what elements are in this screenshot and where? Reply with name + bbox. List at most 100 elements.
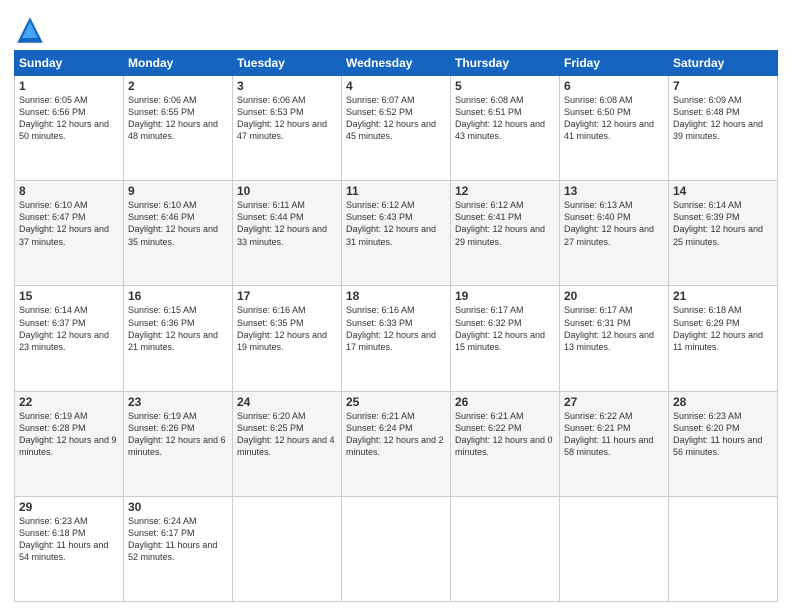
day-number: 15 <box>19 289 119 303</box>
calendar-cell: 8Sunrise: 6:10 AMSunset: 6:47 PMDaylight… <box>15 181 124 286</box>
day-info: Sunrise: 6:21 AMSunset: 6:24 PMDaylight:… <box>346 411 444 457</box>
calendar-cell: 27 Sunrise: 6:22 AMSunset: 6:21 PMDayligh… <box>560 391 669 496</box>
calendar-cell: 18 Sunrise: 6:16 AMSunset: 6:33 PMDayligh… <box>342 286 451 391</box>
calendar-cell: 6 Sunrise: 6:08 AMSunset: 6:50 PMDaylight… <box>560 76 669 181</box>
calendar-cell: 16 Sunrise: 6:15 AMSunset: 6:36 PMDayligh… <box>124 286 233 391</box>
day-info: Sunrise: 6:22 AMSunset: 6:21 PMDaylight:… <box>564 411 653 457</box>
day-info: Sunrise: 6:23 AMSunset: 6:18 PMDaylight:… <box>19 516 108 562</box>
day-info: Sunrise: 6:24 AMSunset: 6:17 PMDaylight:… <box>128 516 217 562</box>
calendar-header-saturday: Saturday <box>669 51 778 76</box>
day-number: 27 <box>564 395 664 409</box>
day-number: 5 <box>455 79 555 93</box>
calendar-week-2: 8Sunrise: 6:10 AMSunset: 6:47 PMDaylight… <box>15 181 778 286</box>
day-number: 28 <box>673 395 773 409</box>
calendar-table: SundayMondayTuesdayWednesdayThursdayFrid… <box>14 50 778 602</box>
calendar-header-friday: Friday <box>560 51 669 76</box>
calendar-cell: 12 Sunrise: 6:12 AMSunset: 6:41 PMDayligh… <box>451 181 560 286</box>
calendar-cell <box>342 496 451 601</box>
calendar-page: SundayMondayTuesdayWednesdayThursdayFrid… <box>0 0 792 612</box>
day-info: Sunrise: 6:10 AMSunset: 6:46 PMDaylight:… <box>128 200 218 246</box>
calendar-cell: 3 Sunrise: 6:06 AMSunset: 6:53 PMDaylight… <box>233 76 342 181</box>
logo-icon <box>14 14 46 46</box>
day-number: 2 <box>128 79 228 93</box>
calendar-cell <box>451 496 560 601</box>
calendar-cell: 19 Sunrise: 6:17 AMSunset: 6:32 PMDayligh… <box>451 286 560 391</box>
day-info: Sunrise: 6:20 AMSunset: 6:25 PMDaylight:… <box>237 411 335 457</box>
day-info: Sunrise: 6:08 AMSunset: 6:50 PMDaylight:… <box>564 95 654 141</box>
day-info: Sunrise: 6:08 AMSunset: 6:51 PMDaylight:… <box>455 95 545 141</box>
day-info: Sunrise: 6:14 AMSunset: 6:39 PMDaylight:… <box>673 200 763 246</box>
calendar-cell: 11 Sunrise: 6:12 AMSunset: 6:43 PMDayligh… <box>342 181 451 286</box>
calendar-cell: 13 Sunrise: 6:13 AMSunset: 6:40 PMDayligh… <box>560 181 669 286</box>
calendar-cell: 20Sunrise: 6:17 AMSunset: 6:31 PMDayligh… <box>560 286 669 391</box>
calendar-cell: 28 Sunrise: 6:23 AMSunset: 6:20 PMDayligh… <box>669 391 778 496</box>
day-number: 9 <box>128 184 228 198</box>
calendar-week-5: 29 Sunrise: 6:23 AMSunset: 6:18 PMDayligh… <box>15 496 778 601</box>
day-info: Sunrise: 6:21 AMSunset: 6:22 PMDaylight:… <box>455 411 553 457</box>
day-number: 6 <box>564 79 664 93</box>
day-info: Sunrise: 6:19 AMSunset: 6:26 PMDaylight:… <box>128 411 226 457</box>
calendar-cell <box>233 496 342 601</box>
day-info: Sunrise: 6:13 AMSunset: 6:40 PMDaylight:… <box>564 200 654 246</box>
calendar-cell: 29 Sunrise: 6:23 AMSunset: 6:18 PMDayligh… <box>15 496 124 601</box>
calendar-cell: 10Sunrise: 6:11 AMSunset: 6:44 PMDayligh… <box>233 181 342 286</box>
day-info: Sunrise: 6:16 AMSunset: 6:35 PMDaylight:… <box>237 305 327 351</box>
day-number: 22 <box>19 395 119 409</box>
calendar-cell: 25 Sunrise: 6:21 AMSunset: 6:24 PMDayligh… <box>342 391 451 496</box>
calendar-cell: 23 Sunrise: 6:19 AMSunset: 6:26 PMDayligh… <box>124 391 233 496</box>
calendar-cell: 17 Sunrise: 6:16 AMSunset: 6:35 PMDayligh… <box>233 286 342 391</box>
day-number: 16 <box>128 289 228 303</box>
calendar-week-1: 1 Sunrise: 6:05 AMSunset: 6:56 PMDaylight… <box>15 76 778 181</box>
day-number: 29 <box>19 500 119 514</box>
calendar-header-row: SundayMondayTuesdayWednesdayThursdayFrid… <box>15 51 778 76</box>
day-info: Sunrise: 6:15 AMSunset: 6:36 PMDaylight:… <box>128 305 218 351</box>
day-number: 11 <box>346 184 446 198</box>
calendar-cell: 14 Sunrise: 6:14 AMSunset: 6:39 PMDayligh… <box>669 181 778 286</box>
day-info: Sunrise: 6:12 AMSunset: 6:41 PMDaylight:… <box>455 200 545 246</box>
day-number: 1 <box>19 79 119 93</box>
day-number: 12 <box>455 184 555 198</box>
calendar-cell: 1 Sunrise: 6:05 AMSunset: 6:56 PMDaylight… <box>15 76 124 181</box>
calendar-header-sunday: Sunday <box>15 51 124 76</box>
calendar-cell: 4Sunrise: 6:07 AMSunset: 6:52 PMDaylight… <box>342 76 451 181</box>
day-number: 3 <box>237 79 337 93</box>
calendar-cell: 5 Sunrise: 6:08 AMSunset: 6:51 PMDaylight… <box>451 76 560 181</box>
day-info: Sunrise: 6:19 AMSunset: 6:28 PMDaylight:… <box>19 411 117 457</box>
logo <box>14 14 50 46</box>
calendar-cell: 9 Sunrise: 6:10 AMSunset: 6:46 PMDaylight… <box>124 181 233 286</box>
day-number: 17 <box>237 289 337 303</box>
day-info: Sunrise: 6:05 AMSunset: 6:56 PMDaylight:… <box>19 95 109 141</box>
day-number: 21 <box>673 289 773 303</box>
header <box>14 10 778 46</box>
calendar-cell: 2 Sunrise: 6:06 AMSunset: 6:55 PMDaylight… <box>124 76 233 181</box>
day-number: 4 <box>346 79 446 93</box>
day-number: 18 <box>346 289 446 303</box>
day-number: 23 <box>128 395 228 409</box>
day-info: Sunrise: 6:12 AMSunset: 6:43 PMDaylight:… <box>346 200 436 246</box>
day-info: Sunrise: 6:16 AMSunset: 6:33 PMDaylight:… <box>346 305 436 351</box>
calendar-cell <box>560 496 669 601</box>
calendar-header-tuesday: Tuesday <box>233 51 342 76</box>
day-number: 13 <box>564 184 664 198</box>
calendar-cell: 15 Sunrise: 6:14 AMSunset: 6:37 PMDayligh… <box>15 286 124 391</box>
calendar-cell: 30 Sunrise: 6:24 AMSunset: 6:17 PMDayligh… <box>124 496 233 601</box>
calendar-header-monday: Monday <box>124 51 233 76</box>
day-info: Sunrise: 6:11 AMSunset: 6:44 PMDaylight:… <box>237 200 327 246</box>
day-info: Sunrise: 6:06 AMSunset: 6:53 PMDaylight:… <box>237 95 327 141</box>
calendar-cell: 21Sunrise: 6:18 AMSunset: 6:29 PMDayligh… <box>669 286 778 391</box>
calendar-week-4: 22 Sunrise: 6:19 AMSunset: 6:28 PMDayligh… <box>15 391 778 496</box>
day-number: 19 <box>455 289 555 303</box>
calendar-cell: 7Sunrise: 6:09 AMSunset: 6:48 PMDaylight… <box>669 76 778 181</box>
day-number: 30 <box>128 500 228 514</box>
day-info: Sunrise: 6:17 AMSunset: 6:32 PMDaylight:… <box>455 305 545 351</box>
day-info: Sunrise: 6:06 AMSunset: 6:55 PMDaylight:… <box>128 95 218 141</box>
day-info: Sunrise: 6:23 AMSunset: 6:20 PMDaylight:… <box>673 411 762 457</box>
day-number: 14 <box>673 184 773 198</box>
day-number: 26 <box>455 395 555 409</box>
calendar-cell <box>669 496 778 601</box>
calendar-header-thursday: Thursday <box>451 51 560 76</box>
day-info: Sunrise: 6:14 AMSunset: 6:37 PMDaylight:… <box>19 305 109 351</box>
calendar-cell: 22 Sunrise: 6:19 AMSunset: 6:28 PMDayligh… <box>15 391 124 496</box>
calendar-cell: 24Sunrise: 6:20 AMSunset: 6:25 PMDayligh… <box>233 391 342 496</box>
day-number: 25 <box>346 395 446 409</box>
